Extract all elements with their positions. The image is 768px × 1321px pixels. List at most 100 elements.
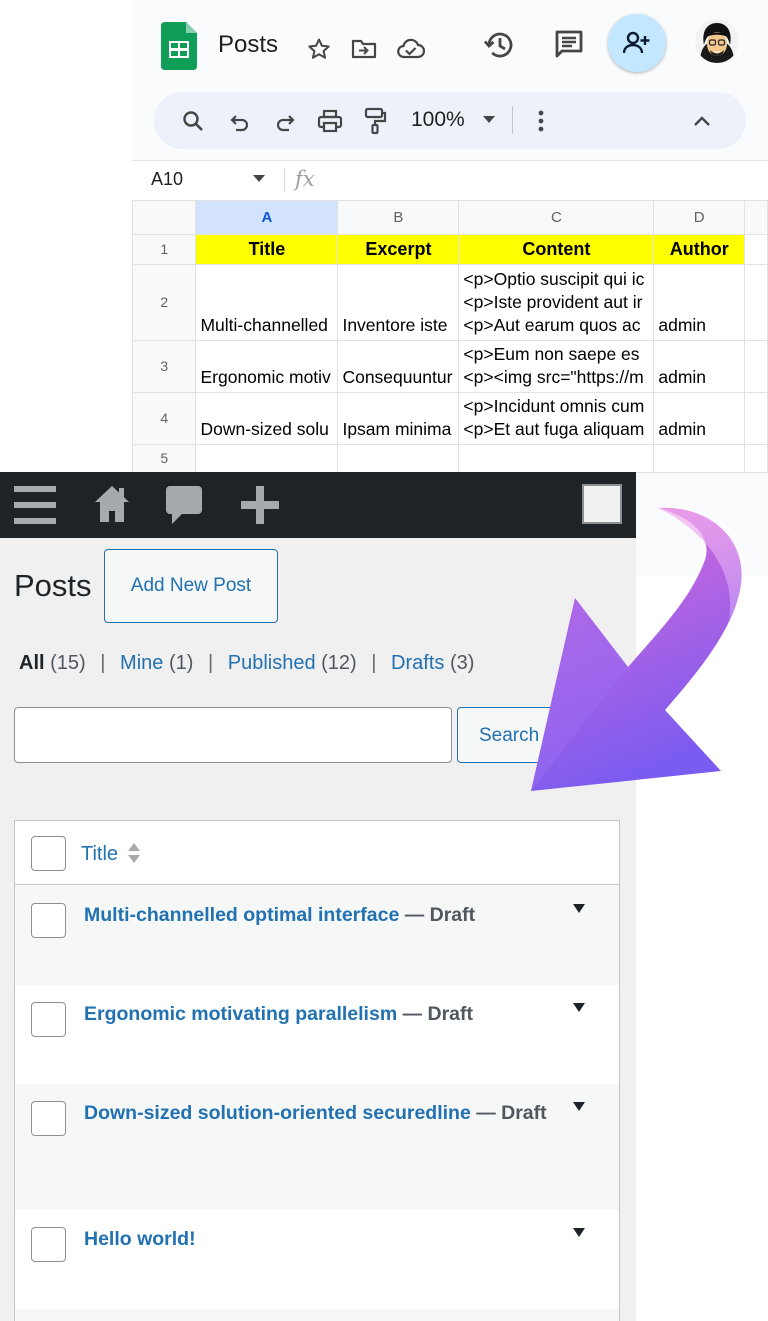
comment-bubble-icon[interactable] (166, 486, 202, 531)
star-icon[interactable] (306, 36, 332, 62)
filter-published[interactable]: Published (228, 652, 316, 674)
cell-c1[interactable]: Content (458, 234, 655, 265)
search-icon[interactable] (180, 108, 206, 134)
table-header: Title (15, 821, 619, 885)
row-number[interactable]: 1 (131, 234, 197, 265)
post-state: — Draft (402, 1003, 473, 1025)
row-checkbox[interactable] (31, 1101, 66, 1136)
cell-line: <p>Incidunt omnis cum (463, 396, 645, 416)
row-actions-caret-icon[interactable] (573, 1003, 585, 1012)
curved-arrow-graphic (531, 507, 742, 791)
cell-c2[interactable]: <p>Optio suscipit qui ic <p>Iste provide… (458, 264, 655, 341)
cell-line: <p>Eum non saepe es (463, 344, 640, 364)
cell-d4[interactable]: admin (653, 392, 746, 445)
column-title-sort[interactable]: Title (81, 843, 118, 866)
sort-icon[interactable] (127, 841, 141, 870)
table-row: Multi-channelled optimal interface — Dra… (15, 886, 619, 985)
select-all-checkbox[interactable] (31, 836, 66, 871)
cell-d3[interactable]: admin (653, 340, 746, 393)
menu-icon[interactable] (14, 486, 56, 529)
sheets-logo-icon[interactable] (161, 22, 197, 75)
cell-b4[interactable]: Ipsam minima (337, 392, 460, 445)
column-header-e[interactable] (744, 200, 768, 235)
history-icon[interactable] (482, 28, 516, 62)
home-icon[interactable] (93, 484, 131, 529)
print-icon[interactable] (316, 108, 344, 134)
cell-b3[interactable]: Consequuntur (337, 340, 460, 393)
row-number[interactable]: 3 (131, 340, 197, 393)
row-number[interactable]: 5 (131, 444, 197, 473)
table-row: Down-sized solution-oriented securedline… (15, 1084, 619, 1210)
search-input[interactable] (14, 707, 452, 763)
namebox-caret-icon[interactable] (252, 174, 266, 184)
cell-e5[interactable] (744, 444, 768, 473)
table-row: Hello world! (15, 1210, 619, 1309)
row-checkbox[interactable] (31, 1002, 66, 1037)
post-title-link[interactable]: Hello world! (84, 1228, 196, 1250)
table-row: Ergonomic motivating parallelism — Draft (15, 985, 619, 1084)
cell-b1[interactable]: Excerpt (337, 234, 460, 265)
post-title-link[interactable]: Ergonomic motivating parallelism (84, 1003, 397, 1025)
add-new-post-button[interactable]: Add New Post (104, 549, 278, 623)
cell-c3[interactable]: <p>Eum non saepe es <p><img src="https:/… (458, 340, 655, 393)
cell-a2[interactable]: Multi-channelled (195, 264, 339, 341)
avatar[interactable] (695, 19, 739, 63)
name-box[interactable]: A10 (151, 169, 183, 190)
more-vert-icon[interactable] (532, 108, 550, 134)
redo-icon[interactable] (273, 110, 297, 134)
row-number[interactable]: 4 (131, 392, 197, 445)
cell-a5[interactable] (195, 444, 339, 473)
undo-icon[interactable] (228, 110, 252, 134)
filter-all[interactable]: All (19, 652, 45, 674)
cell-line: <p>Aut earum quos ac (463, 315, 641, 335)
toolbar-divider (512, 106, 513, 134)
filter-mine[interactable]: Mine (120, 652, 163, 674)
row-number[interactable]: 2 (131, 264, 197, 341)
zoom-select[interactable]: 100% (411, 108, 465, 132)
cell-d2[interactable]: admin (653, 264, 746, 341)
filter-published-count: (12) (321, 652, 357, 674)
row-actions-caret-icon[interactable] (573, 1102, 585, 1111)
row-checkbox[interactable] (31, 1227, 66, 1262)
post-title-cell: Hello world! (84, 1226, 554, 1252)
posts-table: Title Multi-channelled optimal interface… (14, 820, 620, 1321)
filter-all-count: (15) (50, 652, 86, 674)
column-header-d[interactable]: D (653, 200, 746, 235)
filter-separator: | (207, 652, 214, 674)
row-checkbox[interactable] (31, 903, 66, 938)
cell-b2[interactable]: Inventore iste (337, 264, 460, 341)
cloud-saved-icon[interactable] (396, 36, 426, 62)
cell-d1[interactable]: Author (653, 234, 746, 265)
cell-a1[interactable]: Title (195, 234, 339, 265)
post-title-link[interactable]: Down-sized solution-oriented securedline (84, 1102, 471, 1124)
collapse-chevron-icon[interactable] (692, 112, 712, 130)
row-actions-caret-icon[interactable] (573, 904, 585, 913)
column-header-b[interactable]: B (337, 200, 460, 235)
filter-drafts[interactable]: Drafts (391, 652, 444, 674)
post-title-link[interactable]: Multi-channelled optimal interface (84, 904, 399, 926)
paint-format-icon[interactable] (362, 106, 388, 136)
cell-c5[interactable] (458, 444, 655, 473)
cell-a3[interactable]: Ergonomic motiv (195, 340, 339, 393)
cell-d5[interactable] (653, 444, 746, 473)
select-all-corner[interactable] (131, 200, 197, 235)
move-folder-icon[interactable] (350, 36, 378, 62)
share-button[interactable] (608, 14, 666, 72)
document-title[interactable]: Posts (218, 31, 278, 59)
dropdown-caret-icon[interactable] (482, 114, 496, 126)
column-header-c[interactable]: C (458, 200, 655, 235)
row-actions-caret-icon[interactable] (573, 1228, 585, 1237)
column-header-a[interactable]: A (195, 200, 339, 235)
cell-e4[interactable] (744, 392, 768, 445)
plus-icon[interactable] (241, 486, 279, 529)
cell-e2[interactable] (744, 264, 768, 341)
cell-e3[interactable] (744, 340, 768, 393)
cell-c4[interactable]: <p>Incidunt omnis cum <p>Et aut fuga ali… (458, 392, 655, 445)
comment-icon[interactable] (552, 28, 586, 60)
cell-line: <p>Et aut fuga aliquam (463, 419, 645, 439)
cell-b5[interactable] (337, 444, 460, 473)
post-state: — Draft (476, 1102, 547, 1124)
cell-a4[interactable]: Down-sized solu (195, 392, 339, 445)
cell-e1[interactable] (744, 234, 768, 265)
filter-drafts-count: (3) (449, 652, 475, 674)
